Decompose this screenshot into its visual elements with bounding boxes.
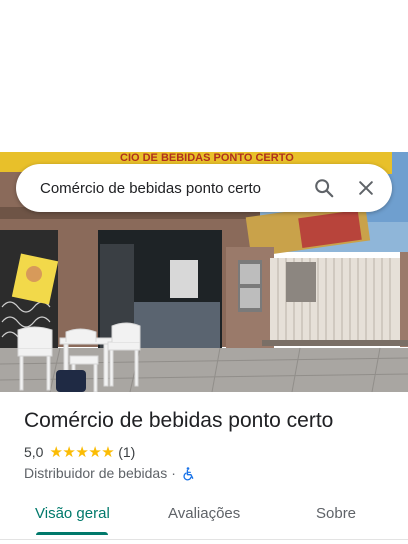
star-icon: ★ [101, 443, 115, 461]
wheelchair-icon [181, 466, 195, 481]
search-bar[interactable]: Comércio de bebidas ponto certo [16, 164, 392, 212]
place-category[interactable]: Distribuidor de bebidas [24, 465, 167, 481]
rating-row[interactable]: 5,0 ★ ★ ★ ★ ★ (1) [24, 444, 135, 460]
close-icon[interactable] [350, 172, 382, 204]
star-icon: ★ [75, 443, 89, 461]
star-icon: ★ [49, 443, 63, 461]
tab-overview[interactable]: Visão geral [35, 505, 110, 522]
review-count[interactable]: (1) [118, 444, 135, 460]
star-icon: ★ [88, 443, 102, 461]
separator-dot: · [171, 465, 176, 481]
star-icon: ★ [62, 443, 76, 461]
active-tab-indicator [36, 532, 108, 535]
category-row: Distribuidor de bebidas · [24, 465, 195, 481]
place-tabs: Visão geral Avaliações Sobre [0, 496, 408, 536]
tab-reviews[interactable]: Avaliações [168, 505, 240, 522]
sign-text: CIO DE BEBIDAS PONTO CERTO [120, 152, 294, 164]
blank-header-area [0, 0, 408, 152]
search-icon[interactable] [308, 172, 340, 204]
rating-value: 5,0 [24, 444, 44, 460]
divider [0, 539, 408, 540]
tab-about[interactable]: Sobre [316, 505, 356, 522]
star-rating: ★ ★ ★ ★ ★ [49, 445, 114, 460]
search-input[interactable]: Comércio de bebidas ponto certo [40, 180, 298, 197]
place-title: Comércio de bebidas ponto certo [24, 409, 334, 432]
